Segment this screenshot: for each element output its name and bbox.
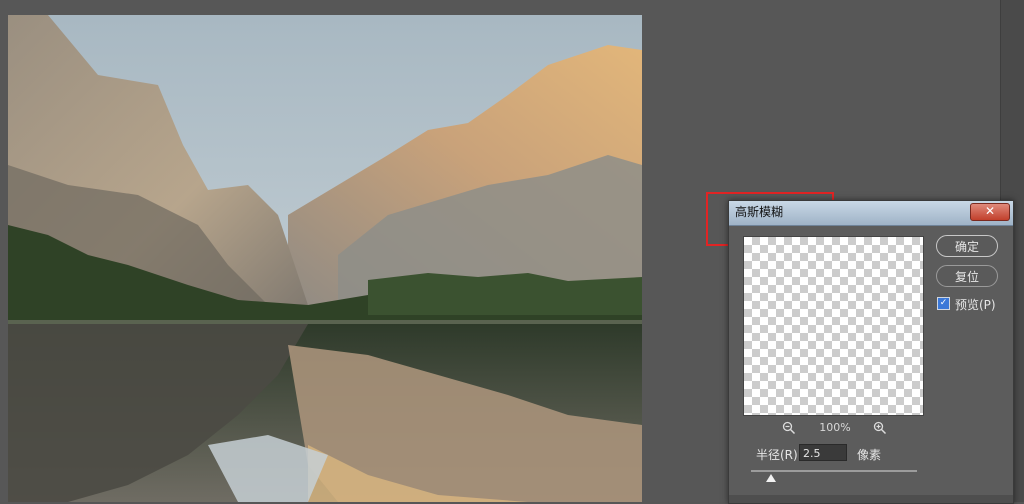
zoom-out-icon[interactable] (782, 421, 796, 435)
gaussian-blur-dialog: 高斯模糊 ✕ 确定 复位 ✓ 预览(P) 100% 半径(R): 2.5 像素 (728, 200, 1014, 504)
dialog-title: 高斯模糊 (735, 205, 784, 219)
preview-checkbox-label: 预览(P) (955, 298, 996, 312)
zoom-in-icon[interactable] (873, 421, 887, 435)
dialog-titlebar[interactable]: 高斯模糊 ✕ (729, 201, 1013, 226)
radius-label: 半径(R): (756, 448, 802, 462)
zoom-level: 100% (819, 421, 851, 434)
preview-checkbox[interactable]: ✓ (937, 297, 950, 310)
preview-area[interactable] (743, 236, 924, 416)
zoom-controls: 100% (743, 421, 922, 437)
close-button[interactable]: ✕ (970, 203, 1010, 221)
radius-unit-label: 像素 (857, 448, 882, 462)
radius-input[interactable]: 2.5 (799, 444, 847, 461)
radius-slider-thumb[interactable] (766, 474, 776, 482)
close-icon: ✕ (984, 204, 996, 218)
landscape-photo (8, 15, 642, 502)
document-canvas[interactable] (8, 15, 642, 502)
ok-button[interactable]: 确定 (936, 235, 998, 257)
radius-slider-track[interactable] (751, 470, 917, 472)
reset-button[interactable]: 复位 (936, 265, 998, 287)
